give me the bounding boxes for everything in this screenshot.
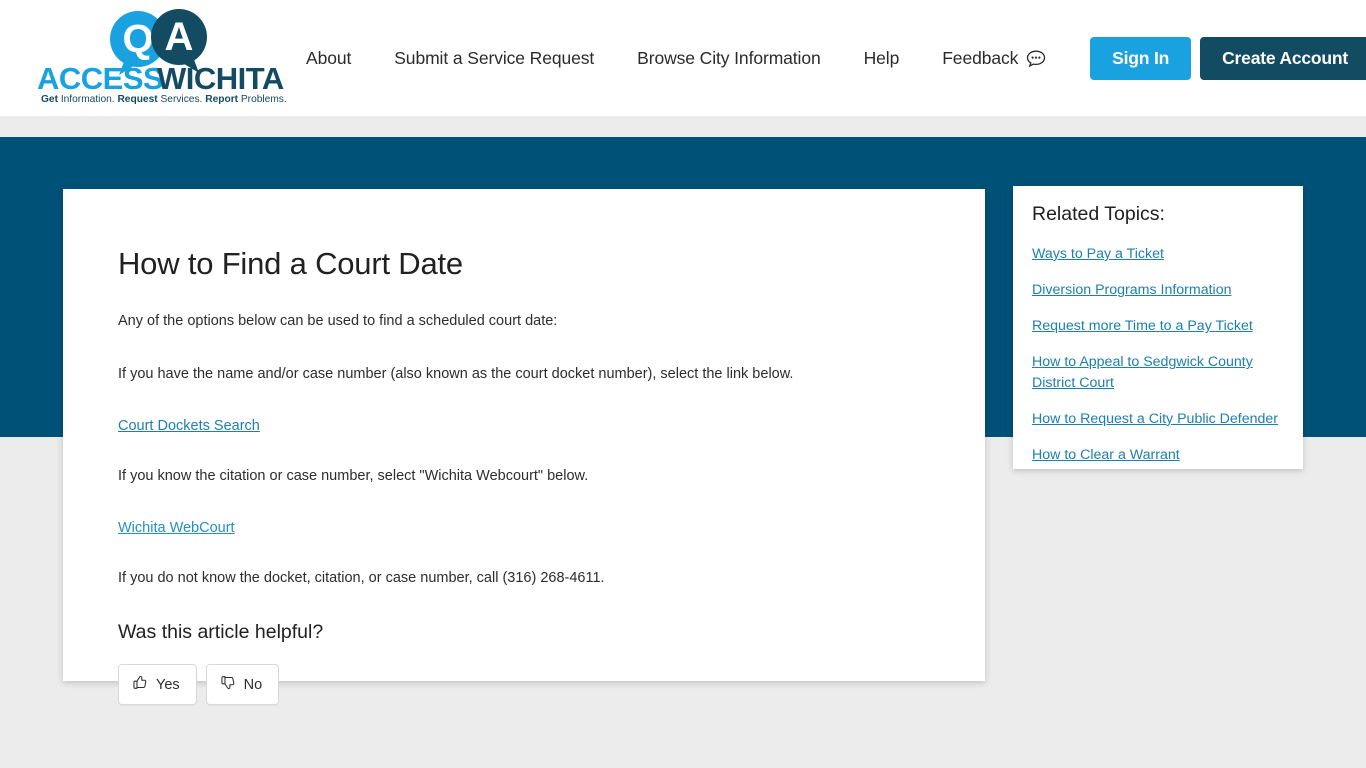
nav-item-feedback-label: Feedback bbox=[942, 47, 1019, 68]
sign-in-button[interactable]: Sign In bbox=[1090, 36, 1192, 80]
thumbs-up-icon bbox=[132, 675, 147, 694]
svg-text:A: A bbox=[165, 15, 194, 59]
svg-text:WICHITA: WICHITA bbox=[157, 61, 284, 96]
related-topic-link[interactable]: How to Request a City Public Defender bbox=[1032, 409, 1283, 429]
vote-no-label: No bbox=[243, 676, 263, 693]
thumbs-down-icon bbox=[220, 675, 235, 694]
page-title: How to Find a Court Date bbox=[118, 246, 463, 281]
site-logo[interactable]: Q A ACCESS WICHITA Get Information. Requ… bbox=[33, 7, 288, 105]
vote-yes-button[interactable]: Yes bbox=[118, 664, 197, 706]
article-paragraph-1: Any of the options below can be used to … bbox=[118, 313, 558, 330]
vote-no-button[interactable]: No bbox=[205, 664, 280, 706]
nav-item-browse-city-information[interactable]: Browse City Information bbox=[637, 42, 821, 75]
related-topic-link[interactable]: How to Appeal to Sedgwick County Distric… bbox=[1032, 352, 1283, 392]
site-header: Q A ACCESS WICHITA Get Information. Requ… bbox=[0, 0, 1366, 116]
vote-yes-label: Yes bbox=[156, 676, 180, 693]
related-topic-link[interactable]: How to Clear a Warrant bbox=[1032, 445, 1283, 465]
related-topic-link[interactable]: Ways to Pay a Ticket bbox=[1032, 244, 1283, 264]
related-topics-card: Related Topics: Ways to Pay a Ticket Div… bbox=[1013, 186, 1303, 469]
svg-text:Q: Q bbox=[122, 17, 153, 61]
wichita-webcourt-link[interactable]: Wichita WebCourt bbox=[118, 520, 235, 536]
main-navigation: About Submit a Service Request Browse Ci… bbox=[306, 0, 1046, 116]
nav-item-help[interactable]: Help bbox=[864, 42, 900, 75]
related-topic-link[interactable]: Request more Time to a Pay Ticket bbox=[1032, 316, 1283, 336]
svg-text:ACCESS: ACCESS bbox=[37, 61, 163, 96]
article-vote-row: Yes No bbox=[118, 664, 929, 706]
auth-buttons: Sign In Create Account bbox=[1090, 0, 1366, 116]
nav-item-submit-service-request[interactable]: Submit a Service Request bbox=[394, 42, 594, 75]
header-divider-strip bbox=[0, 116, 1366, 137]
create-account-button[interactable]: Create Account bbox=[1200, 36, 1366, 80]
article-paragraph-2: If you have the name and/or case number … bbox=[118, 366, 794, 383]
access-wichita-logo-icon: Q A ACCESS WICHITA Get Information. Requ… bbox=[37, 9, 287, 105]
speech-bubble-icon bbox=[1026, 50, 1046, 67]
article-helpful-heading: Was this article helpful? bbox=[118, 621, 324, 644]
article-content: How to Find a Court Date Any of the opti… bbox=[63, 189, 985, 706]
related-topics-title: Related Topics: bbox=[1032, 203, 1165, 225]
article-paragraph-4: If you do not know the docket, citation,… bbox=[118, 570, 605, 587]
court-dockets-search-link[interactable]: Court Dockets Search bbox=[118, 418, 260, 434]
svg-text:Get Information. Request Servi: Get Information. Request Services. Repor… bbox=[41, 94, 287, 105]
nav-item-feedback[interactable]: Feedback bbox=[942, 42, 1046, 75]
article-paragraph-3: If you know the citation or case number,… bbox=[118, 468, 589, 485]
nav-item-about[interactable]: About bbox=[306, 42, 351, 75]
article-card: How to Find a Court Date Any of the opti… bbox=[63, 189, 985, 706]
related-topic-link[interactable]: Diversion Programs Information bbox=[1032, 280, 1283, 300]
